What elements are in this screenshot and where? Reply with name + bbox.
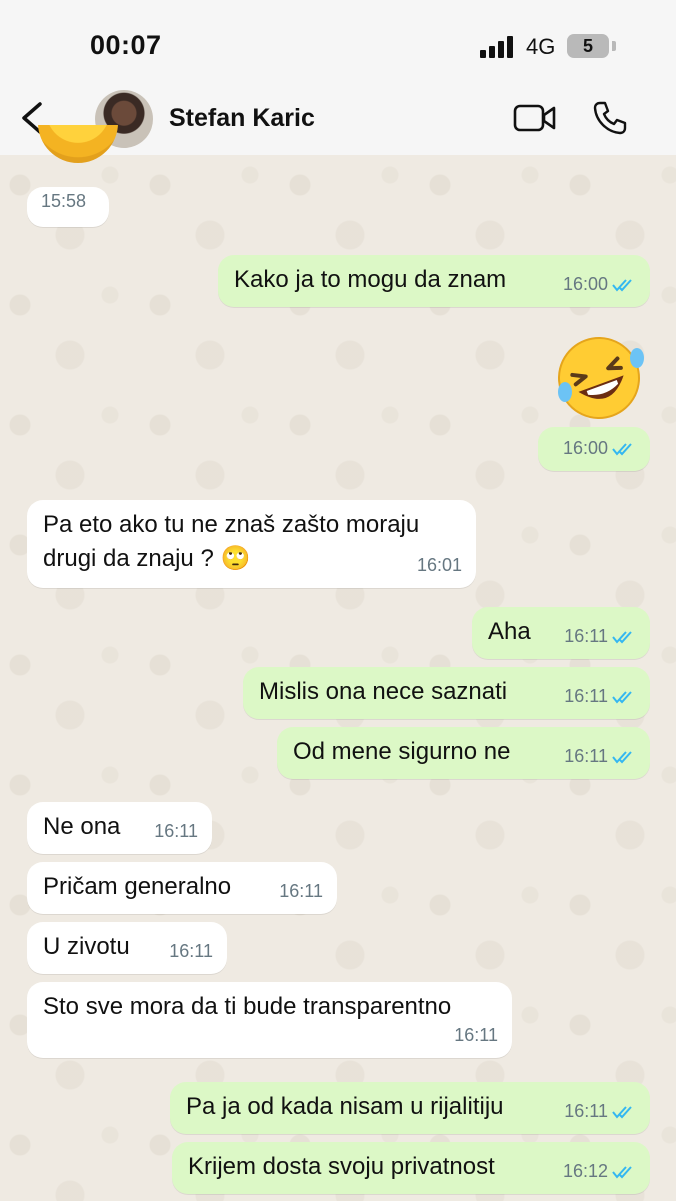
message-time: 16:12 — [562, 1161, 608, 1181]
message-time: 16:01 — [416, 555, 462, 575]
message-time: 16:11 — [564, 686, 608, 706]
double-check-icon — [612, 690, 632, 704]
network-type: 4G — [526, 34, 556, 59]
battery-nub — [612, 41, 616, 51]
message-time: 15:58 — [41, 191, 87, 211]
message-text: Krijem dosta svoju privatnost — [188, 1153, 495, 1180]
double-check-icon — [612, 1105, 632, 1119]
message-time: 16:11 — [564, 1101, 608, 1121]
double-check-icon — [612, 1165, 632, 1179]
message-text: Od mene sigurno ne — [293, 738, 511, 765]
battery-icon: 5 — [567, 34, 609, 58]
message-bubble-incoming[interactable]: Ne ona 16:11 — [27, 802, 212, 854]
video-call-icon[interactable] — [513, 103, 557, 133]
double-check-icon — [612, 630, 632, 644]
message-text: U zivotu — [43, 933, 130, 960]
message-text-line1: Pa eto ako tu ne znaš zašto moraju — [43, 511, 420, 538]
status-time: 00:07 — [90, 30, 162, 60]
message-bubble-outgoing[interactable]: Krijem dosta svoju privatnost 16:12 — [172, 1142, 650, 1194]
message-bubble-outgoing[interactable]: Od mene sigurno ne 16:11 — [277, 727, 650, 779]
double-check-icon — [612, 278, 632, 292]
partial-emoji-icon — [38, 125, 118, 175]
signal-icon — [480, 36, 516, 58]
message-text: Mislis ona nece saznati — [259, 678, 508, 705]
message-text-line2: drugi da znaju ? 🙄 — [43, 545, 251, 572]
message-text: Pa ja od kada nisam u rijalitiju — [186, 1093, 504, 1120]
message-bubble-outgoing[interactable]: Mislis ona nece saznati 16:11 — [243, 667, 650, 719]
message-bubble-outgoing[interactable]: Aha 16:11 — [472, 607, 650, 659]
message-time: 16:11 — [454, 1025, 498, 1045]
message-bubble-incoming[interactable]: Pričam generalno 16:11 — [27, 862, 337, 914]
battery-level: 5 — [582, 35, 593, 56]
message-time: 16:11 — [564, 746, 608, 766]
message-bubble-outgoing[interactable]: Pa ja od kada nisam u rijalitiju 16:11 — [170, 1082, 650, 1134]
message-bubble-incoming[interactable]: 15:58 — [27, 187, 109, 227]
rolling-laughing-emoji-icon — [558, 337, 644, 419]
message-time: 16:00 — [562, 274, 608, 294]
message-time: 16:11 — [154, 821, 198, 841]
message-text: Kako ja to mogu da znam — [234, 266, 507, 293]
double-check-icon — [612, 442, 632, 456]
message-bubble-incoming[interactable]: Sto sve mora da ti bude transparentno 16… — [27, 982, 512, 1058]
message-bubble-outgoing[interactable]: Kako ja to mogu da znam 16:00 — [218, 255, 650, 307]
message-bubble-outgoing[interactable]: 16:00 — [538, 427, 650, 471]
message-time: 16:11 — [279, 881, 323, 901]
contact-name[interactable]: Stefan Karic — [169, 104, 315, 133]
message-time: 16:00 — [562, 438, 608, 458]
message-bubble-incoming[interactable]: Pa eto ako tu ne znaš zašto moraju drugi… — [27, 500, 476, 588]
message-text: Sto sve mora da ti bude transparentno — [43, 993, 452, 1020]
message-time: 16:11 — [169, 941, 213, 961]
message-text: Aha — [488, 618, 531, 645]
message-time: 16:11 — [564, 626, 608, 646]
phone-icon[interactable] — [592, 100, 628, 136]
message-text: Ne ona — [43, 813, 121, 840]
message-bubble-incoming[interactable]: U zivotu 16:11 — [27, 922, 227, 974]
double-check-icon — [612, 750, 632, 764]
message-text: Pričam generalno — [43, 873, 232, 900]
